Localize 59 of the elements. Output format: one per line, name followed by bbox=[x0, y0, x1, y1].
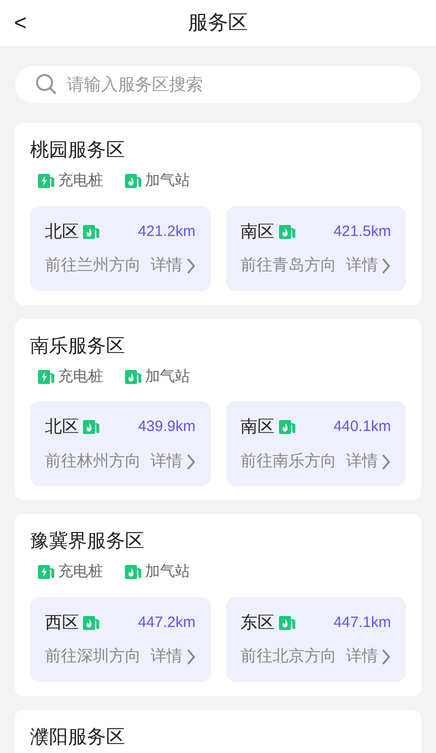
charging-station-icon bbox=[38, 173, 55, 190]
gas-station-icon bbox=[83, 419, 100, 436]
page-title: 服务区 bbox=[188, 11, 248, 36]
back-button[interactable]: < bbox=[14, 12, 27, 34]
zone-distance: 439.9km bbox=[138, 417, 196, 437]
facility-label: 加气站 bbox=[145, 562, 190, 582]
service-area-name: 桃园服务区 bbox=[30, 139, 126, 163]
facility-label: 充电桩 bbox=[58, 562, 103, 582]
zone-name: 东区 bbox=[240, 612, 274, 634]
gas-station-icon bbox=[278, 614, 296, 631]
zone-distance: 421.2km bbox=[138, 222, 196, 242]
zone-card[interactable]: 东区 447.1km 前往北京方向 详情 bbox=[226, 596, 406, 682]
facility-label: 加气站 bbox=[145, 171, 190, 191]
gas-station-icon bbox=[125, 564, 142, 580]
zone-direction: 前往兰州方向 bbox=[45, 256, 141, 276]
chevron-right-icon bbox=[186, 258, 196, 274]
charging-station-icon bbox=[38, 564, 55, 580]
zone-card[interactable]: 南区 421.5km 前往青岛方向 详情 bbox=[226, 206, 406, 290]
charging-station-icon bbox=[38, 368, 55, 385]
service-area-card[interactable]: 桃园服务区 充电桩 加气站 北区 421.2km 前往兰州方向 详情 南区 421.5km 前往青岛方向 详情 bbox=[15, 123, 421, 304]
zone-name: 西区 bbox=[45, 612, 79, 634]
zone-direction: 前往南乐方向 bbox=[240, 452, 336, 472]
facility-label: 充电桩 bbox=[58, 366, 103, 386]
service-area-card[interactable]: 豫冀界服务区 充电桩 加气站 西区 447.2km 前往深圳方向 详情 东区 447.1km 前往北京方向 详情 bbox=[15, 514, 421, 696]
gas-station-icon bbox=[83, 614, 100, 631]
facility-label: 加气站 bbox=[145, 366, 190, 386]
service-area-card[interactable]: 南乐服务区 充电桩 加气站 北区 439.9km 前往林州方向 详情 南区 440.1km 前往南乐方向 详情 bbox=[15, 318, 421, 500]
chevron-right-icon bbox=[186, 454, 196, 470]
zone-direction: 前往北京方向 bbox=[240, 646, 336, 667]
zone-name: 南区 bbox=[240, 220, 274, 243]
chevron-right-icon bbox=[381, 258, 391, 274]
chevron-right-icon bbox=[186, 649, 196, 665]
search-field[interactable]: 请输入服务区搜索 bbox=[15, 66, 421, 103]
service-area-name: 南乐服务区 bbox=[30, 334, 126, 358]
zone-card[interactable]: 南区 440.1km 前往南乐方向 详情 bbox=[226, 401, 406, 486]
zone-name: 北区 bbox=[45, 220, 79, 243]
zone-card[interactable]: 北区 439.9km 前往林州方向 详情 bbox=[30, 401, 210, 486]
gas-station-icon bbox=[83, 224, 100, 240]
gas-station-icon bbox=[125, 173, 142, 190]
zone-direction: 前往青岛方向 bbox=[240, 256, 336, 276]
zone-direction: 前往林州方向 bbox=[45, 452, 141, 472]
zone-distance: 447.2km bbox=[138, 612, 196, 632]
gas-station-icon bbox=[125, 368, 142, 385]
chevron-right-icon bbox=[381, 454, 391, 470]
service-area-name: 濮阳服务区 bbox=[30, 726, 126, 750]
zone-card[interactable]: 西区 447.2km 前往深圳方向 详情 bbox=[30, 596, 210, 682]
zone-card[interactable]: 北区 421.2km 前往兰州方向 详情 bbox=[30, 206, 210, 290]
zone-distance: 440.1km bbox=[333, 417, 391, 437]
service-area-card[interactable]: 濮阳服务区 bbox=[15, 710, 421, 753]
zone-name: 北区 bbox=[45, 416, 79, 438]
zone-name: 南区 bbox=[240, 416, 274, 438]
zone-direction: 前往深圳方向 bbox=[45, 646, 141, 667]
facility-label: 充电桩 bbox=[58, 171, 103, 191]
chevron-right-icon bbox=[381, 649, 391, 665]
gas-station-icon bbox=[278, 224, 296, 240]
gas-station-icon bbox=[278, 419, 296, 436]
service-area-name: 豫冀界服务区 bbox=[30, 530, 145, 554]
zone-distance: 421.5km bbox=[333, 222, 391, 242]
zone-distance: 447.1km bbox=[333, 612, 391, 632]
